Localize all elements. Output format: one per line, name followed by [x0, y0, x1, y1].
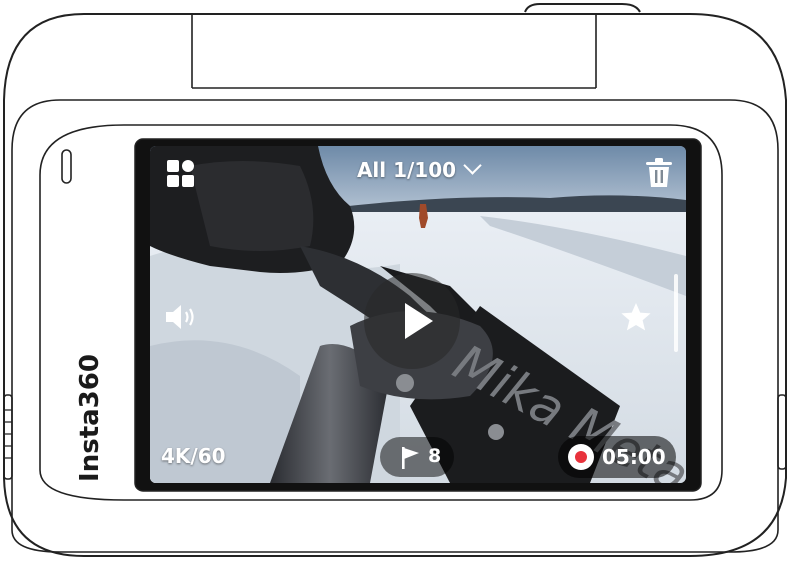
trash-icon[interactable] [646, 158, 672, 192]
duration-text: 05:00 [602, 445, 666, 469]
flag-icon [402, 447, 420, 473]
play-button[interactable] [364, 273, 460, 369]
marker-count: 8 [428, 445, 442, 467]
album-title-text: All 1/100 [356, 158, 457, 182]
record-dot-icon [568, 444, 594, 470]
speaker-icon[interactable] [164, 304, 200, 334]
chevron-down-icon [463, 156, 482, 175]
duration-badge: 05:00 [558, 436, 676, 478]
brand-logo: Insta360 [75, 354, 105, 482]
star-icon[interactable] [620, 302, 652, 337]
marker-count-badge[interactable]: 8 [380, 437, 454, 477]
camera-screen[interactable]: Mika Metals All 1/100 [150, 146, 686, 483]
album-selector[interactable]: All 1/100 [150, 156, 686, 182]
resolution-label: 4K/60 [161, 444, 226, 468]
play-icon [405, 303, 433, 339]
scrollbar[interactable] [674, 274, 678, 352]
